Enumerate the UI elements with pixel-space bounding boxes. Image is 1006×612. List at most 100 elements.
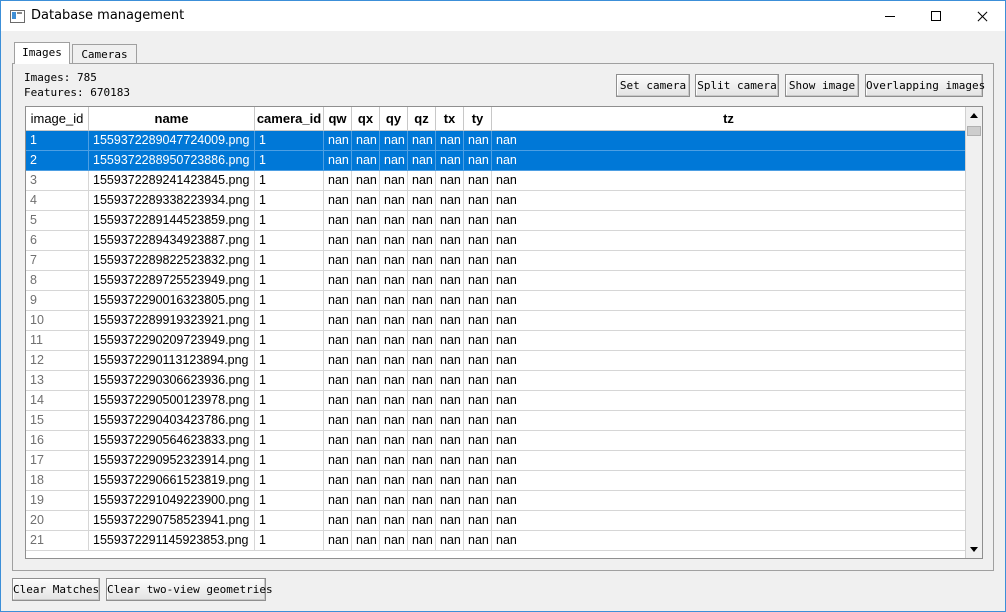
table-row[interactable]: 15 1559372290403423786.png 1 nan nan nan nan na… [26, 411, 966, 431]
table-cell[interactable]: nan [380, 211, 408, 231]
column-header-camera-id[interactable]: camera_id [255, 107, 324, 131]
table-cell[interactable]: nan [380, 131, 408, 151]
table-cell[interactable]: nan [324, 311, 352, 331]
title-bar[interactable]: Database management [1, 1, 1005, 31]
table-row[interactable]: 1 1559372289047724009.png 1 nan nan nan nan nan… [26, 131, 966, 151]
table-cell[interactable]: 1559372289338223934.png [89, 191, 255, 211]
table-cell[interactable]: 1559372290564623833.png [89, 431, 255, 451]
table-cell[interactable]: nan [436, 371, 464, 391]
table-cell[interactable]: nan [380, 191, 408, 211]
table-cell[interactable]: nan [380, 391, 408, 411]
table-cell[interactable]: nan [464, 451, 492, 471]
table-cell[interactable]: nan [352, 171, 380, 191]
table-cell[interactable]: 1 [255, 351, 324, 371]
table-cell[interactable]: 1559372290403423786.png [89, 411, 255, 431]
table-cell[interactable]: nan [464, 211, 492, 231]
table-cell[interactable]: nan [492, 291, 966, 311]
table-row[interactable]: 16 1559372290564623833.png 1 nan nan nan nan na… [26, 431, 966, 451]
table-cell[interactable]: nan [408, 351, 436, 371]
table-cell[interactable]: nan [324, 431, 352, 451]
table-row[interactable]: 13 1559372290306623936.png 1 nan nan nan nan na… [26, 371, 966, 391]
column-header-tx[interactable]: tx [436, 107, 464, 131]
row-header-cell[interactable]: 18 [26, 471, 89, 491]
table-cell[interactable]: nan [492, 351, 966, 371]
row-header-cell[interactable]: 2 [26, 151, 89, 171]
table-cell[interactable]: nan [324, 351, 352, 371]
table-cell[interactable]: nan [492, 331, 966, 351]
row-header-cell[interactable]: 11 [26, 331, 89, 351]
column-header-qw[interactable]: qw [324, 107, 352, 131]
table-cell[interactable]: nan [352, 431, 380, 451]
column-header-qz[interactable]: qz [408, 107, 436, 131]
table-cell[interactable]: nan [324, 271, 352, 291]
scrollbar-thumb[interactable] [967, 126, 981, 136]
table-cell[interactable]: nan [380, 311, 408, 331]
table-row[interactable]: 8 1559372289725523949.png 1 nan nan nan nan nan… [26, 271, 966, 291]
table-cell[interactable]: nan [408, 371, 436, 391]
table-cell[interactable]: nan [352, 471, 380, 491]
table-cell[interactable]: 1 [255, 411, 324, 431]
row-header-cell[interactable]: 19 [26, 491, 89, 511]
table-cell[interactable]: nan [464, 231, 492, 251]
table-cell[interactable]: 1 [255, 511, 324, 531]
table-cell[interactable]: nan [352, 211, 380, 231]
table-cell[interactable]: nan [352, 271, 380, 291]
table-row[interactable]: 2 1559372288950723886.png 1 nan nan nan nan nan… [26, 151, 966, 171]
table-cell[interactable]: nan [436, 271, 464, 291]
set-camera-button[interactable]: Set camera [616, 74, 690, 97]
table-cell[interactable]: nan [436, 311, 464, 331]
table-cell[interactable]: nan [408, 331, 436, 351]
table-cell[interactable]: nan [408, 491, 436, 511]
row-header-cell[interactable]: 7 [26, 251, 89, 271]
table-cell[interactable]: nan [352, 151, 380, 171]
table-cell[interactable]: 1559372289725523949.png [89, 271, 255, 291]
table-cell[interactable]: nan [492, 171, 966, 191]
table-row[interactable]: 20 1559372290758523941.png 1 nan nan nan nan na… [26, 511, 966, 531]
table-row[interactable]: 19 1559372291049223900.png 1 nan nan nan nan na… [26, 491, 966, 511]
table-cell[interactable]: nan [324, 531, 352, 551]
table-cell[interactable]: nan [324, 371, 352, 391]
table-cell[interactable]: nan [352, 411, 380, 431]
row-header-cell[interactable]: 12 [26, 351, 89, 371]
table-cell[interactable]: nan [380, 471, 408, 491]
table-cell[interactable]: 1559372290952323914.png [89, 451, 255, 471]
table-cell[interactable]: nan [464, 511, 492, 531]
table-cell[interactable]: 1 [255, 211, 324, 231]
table-row[interactable]: 5 1559372289144523859.png 1 nan nan nan nan nan… [26, 211, 966, 231]
table-cell[interactable]: nan [492, 411, 966, 431]
show-image-button[interactable]: Show image [785, 74, 859, 97]
table-cell[interactable]: nan [492, 491, 966, 511]
column-header-name[interactable]: name [89, 107, 255, 131]
table-cell[interactable]: nan [436, 131, 464, 151]
table-cell[interactable]: nan [324, 331, 352, 351]
row-header-cell[interactable]: 14 [26, 391, 89, 411]
table-cell[interactable]: nan [380, 331, 408, 351]
table-cell[interactable]: nan [324, 491, 352, 511]
table-cell[interactable]: nan [380, 511, 408, 531]
table-cell[interactable]: nan [380, 291, 408, 311]
table-row[interactable]: 18 1559372290661523819.png 1 nan nan nan nan na… [26, 471, 966, 491]
table-cell[interactable]: nan [380, 451, 408, 471]
table-cell[interactable]: nan [464, 471, 492, 491]
column-header-ty[interactable]: ty [464, 107, 492, 131]
table-cell[interactable]: 1559372290758523941.png [89, 511, 255, 531]
table-cell[interactable]: nan [352, 131, 380, 151]
table-cell[interactable]: nan [380, 231, 408, 251]
row-header-cell[interactable]: 21 [26, 531, 89, 551]
table-row[interactable]: 14 1559372290500123978.png 1 nan nan nan nan na… [26, 391, 966, 411]
row-header-cell[interactable]: 4 [26, 191, 89, 211]
table-cell[interactable]: nan [408, 431, 436, 451]
table-row[interactable]: 12 1559372290113123894.png 1 nan nan nan nan na… [26, 351, 966, 371]
table-cell[interactable]: nan [436, 451, 464, 471]
table-cell[interactable]: nan [436, 171, 464, 191]
table-cell[interactable]: nan [464, 431, 492, 451]
table-cell[interactable]: 1 [255, 531, 324, 551]
table-cell[interactable]: 1559372290661523819.png [89, 471, 255, 491]
table-cell[interactable]: nan [492, 531, 966, 551]
table-row[interactable]: 6 1559372289434923887.png 1 nan nan nan nan nan… [26, 231, 966, 251]
table-cell[interactable]: nan [408, 291, 436, 311]
table-cell[interactable]: 1559372290016323805.png [89, 291, 255, 311]
row-header-cell[interactable]: 20 [26, 511, 89, 531]
table-cell[interactable]: nan [380, 351, 408, 371]
table-cell[interactable]: nan [352, 191, 380, 211]
